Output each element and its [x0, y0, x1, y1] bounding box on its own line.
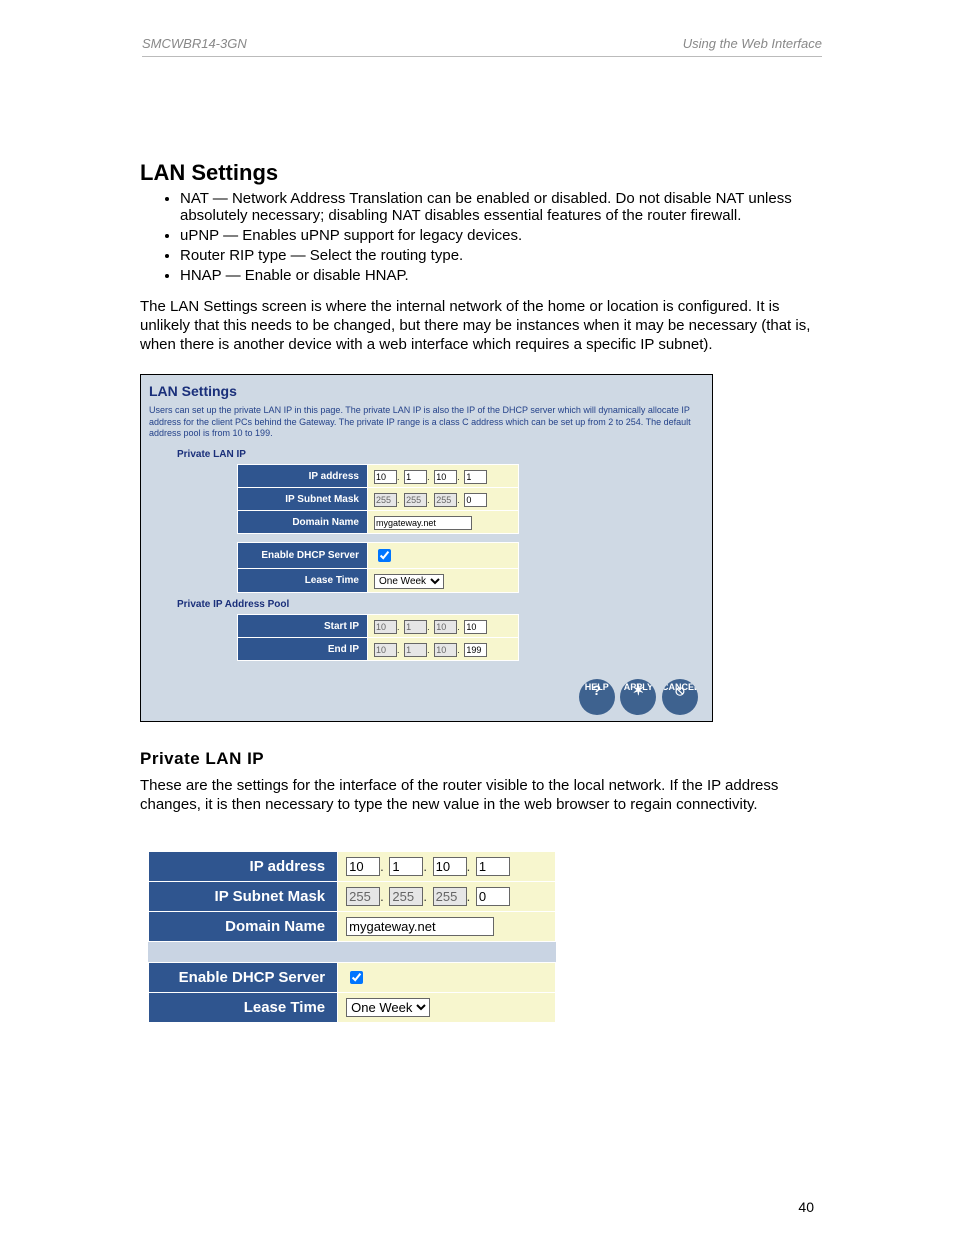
domain-name-input[interactable] — [374, 516, 472, 530]
row-enable-dhcp: Enable DHCP Server — [238, 543, 519, 569]
subnet-octet-3 — [434, 493, 457, 507]
zoom-subnet-octet-3 — [433, 887, 467, 906]
zoom-row-ip-address: IP address . . . — [149, 851, 556, 881]
zoom-label-subnet: IP Subnet Mask — [149, 881, 338, 911]
section-title-lan-settings: LAN Settings — [140, 160, 814, 186]
help-button[interactable]: ? HELP — [579, 679, 615, 715]
subnet-octet-2 — [404, 493, 427, 507]
zoom-ip-octet-1[interactable] — [346, 857, 380, 876]
zoom-row-enable-dhcp: Enable DHCP Server — [149, 962, 556, 992]
start-ip-octet-3 — [434, 620, 457, 634]
row-lease-time: Lease Time One Week — [238, 569, 519, 593]
row-end-ip: End IP . . . — [238, 638, 519, 661]
zoom-subnet-octet-1 — [346, 887, 380, 906]
end-ip-octet-1 — [374, 643, 397, 657]
lan-settings-screenshot-panel: LAN Settings Users can set up the privat… — [140, 374, 713, 722]
apply-button[interactable]: ✶ APPLY — [620, 679, 656, 715]
zoom-subnet-octet-2 — [389, 887, 423, 906]
ip-octet-4[interactable] — [464, 470, 487, 484]
page-number: 40 — [798, 1199, 814, 1215]
bullet-upnp: uPNP — Enables uPNP support for legacy d… — [180, 227, 814, 244]
doc-header-right: Using the Web Interface — [683, 36, 822, 51]
zoom-row-subnet: IP Subnet Mask . . . — [149, 881, 556, 911]
row-domain-name: Domain Name — [238, 511, 519, 534]
private-lan-ip-table: IP address . . . IP Subnet Mask . . . — [237, 464, 519, 534]
private-lan-ip-paragraph: These are the settings for the interface… — [140, 777, 814, 815]
label-domain-name: Domain Name — [238, 511, 368, 534]
end-ip-octet-4[interactable] — [464, 643, 487, 657]
heading-private-lan-ip-zoom: Private LAN IP — [140, 748, 814, 769]
lan-settings-intro: The LAN Settings screen is where the int… — [140, 298, 814, 354]
zoom-enable-dhcp-checkbox[interactable] — [350, 971, 363, 984]
zoom-subnet-octet-4[interactable] — [476, 887, 510, 906]
label-ip-address: IP address — [238, 465, 368, 488]
start-ip-octet-2 — [404, 620, 427, 634]
start-ip-octet-4[interactable] — [464, 620, 487, 634]
label-start-ip: Start IP — [238, 615, 368, 638]
ip-octet-3[interactable] — [434, 470, 457, 484]
row-ip-address: IP address . . . — [238, 465, 519, 488]
label-end-ip: End IP — [238, 638, 368, 661]
panel-description: Users can set up the private LAN IP in t… — [149, 405, 704, 439]
ip-octet-1[interactable] — [374, 470, 397, 484]
zoom-ip-octet-2[interactable] — [389, 857, 423, 876]
row-subnet-mask: IP Subnet Mask . . . — [238, 488, 519, 511]
feature-bullet-list: NAT — Network Address Translation can be… — [140, 190, 814, 284]
label-enable-dhcp: Enable DHCP Server — [238, 543, 368, 569]
label-subnet-mask: IP Subnet Mask — [238, 488, 368, 511]
subnet-octet-4[interactable] — [464, 493, 487, 507]
end-ip-octet-3 — [434, 643, 457, 657]
end-ip-octet-2 — [404, 643, 427, 657]
bullet-nat: NAT — Network Address Translation can be… — [180, 190, 814, 224]
bullet-hnap: HNAP — Enable or disable HNAP. — [180, 267, 814, 284]
zoom-label-domain: Domain Name — [149, 911, 338, 941]
zoom-lease-time-select[interactable]: One Week — [346, 998, 430, 1017]
cancel-button[interactable]: ⦸ CANCEL — [662, 679, 698, 715]
zoom-label-lease-time: Lease Time — [149, 992, 338, 1022]
zoom-label-ip-address: IP address — [149, 851, 338, 881]
zoom-label-enable-dhcp: Enable DHCP Server — [149, 962, 338, 992]
start-ip-octet-1 — [374, 620, 397, 634]
ip-octet-2[interactable] — [404, 470, 427, 484]
panel-title: LAN Settings — [149, 383, 704, 399]
heading-ip-pool: Private IP Address Pool — [177, 599, 704, 610]
zoom-ip-octet-3[interactable] — [433, 857, 467, 876]
doc-header-left: SMCWBR14-3GN — [142, 36, 247, 51]
zoom-row-domain: Domain Name — [149, 911, 556, 941]
zoom-row-lease-time: Lease Time One Week — [149, 992, 556, 1022]
zoom-ip-octet-4[interactable] — [476, 857, 510, 876]
doc-header-rule — [142, 56, 822, 57]
bullet-rip: Router RIP type — Select the routing typ… — [180, 247, 814, 264]
private-lan-ip-zoom-panel: IP address . . . IP Subnet Mask . . . — [148, 851, 556, 1023]
enable-dhcp-checkbox[interactable] — [378, 549, 391, 562]
dhcp-table: Enable DHCP Server Lease Time One Week — [237, 542, 519, 593]
lease-time-select[interactable]: One Week — [374, 574, 444, 589]
heading-private-lan-ip: Private LAN IP — [177, 449, 704, 460]
label-lease-time: Lease Time — [238, 569, 368, 593]
zoom-domain-input[interactable] — [346, 917, 494, 936]
ip-pool-table: Start IP . . . End IP . . . — [237, 614, 519, 661]
subnet-octet-1 — [374, 493, 397, 507]
row-start-ip: Start IP . . . — [238, 615, 519, 638]
